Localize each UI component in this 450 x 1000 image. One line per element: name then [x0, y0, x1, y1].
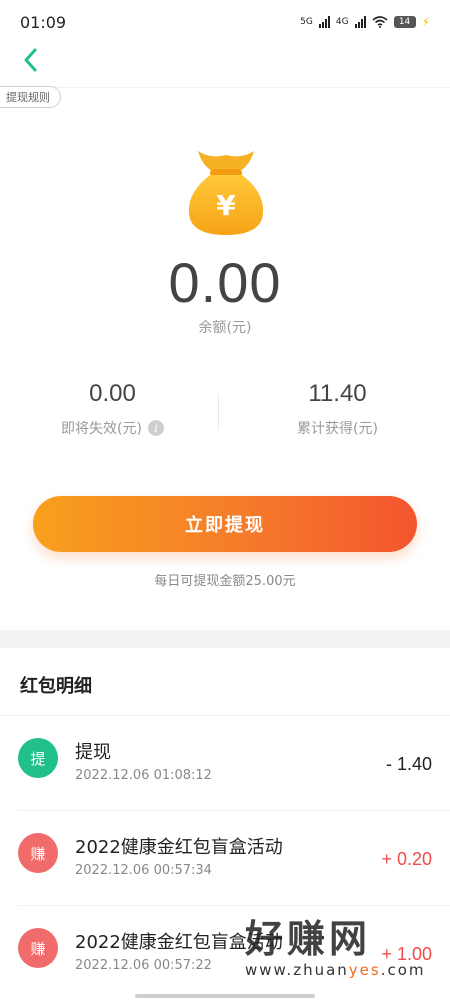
status-icons: 5G 4G 14 ⚡	[300, 15, 430, 29]
balance-label: 余额(元)	[198, 320, 252, 336]
total-earned-value: 11.40	[308, 380, 367, 407]
status-bar: 01:09 5G 4G 14 ⚡	[0, 0, 450, 44]
record-time: 2022.12.06 00:57:22	[75, 958, 212, 973]
home-indicator[interactable]	[135, 994, 315, 998]
earn-badge-icon: 赚	[18, 833, 58, 873]
network-5g-label: 5G	[300, 17, 313, 27]
details-title: 红包明细	[20, 676, 92, 697]
record-time: 2022.12.06 01:08:12	[75, 768, 212, 783]
record-item[interactable]: 提 提现 2022.12.06 01:08:12 - 1.40	[0, 716, 450, 811]
signal-icon	[318, 16, 330, 28]
network-4g-label: 4G	[335, 17, 349, 27]
watermark-brand: 好赚网	[245, 917, 372, 961]
header-divider	[0, 87, 450, 88]
status-time: 01:09	[20, 12, 67, 32]
stats-divider	[218, 394, 219, 430]
stats-row: 0.00 即将失效(元) i 11.40 累计获得(元)	[0, 380, 450, 450]
watermark-url: www.zhuanyes.com	[245, 961, 426, 979]
wifi-icon	[372, 16, 388, 28]
balance-amount: 0.00	[168, 251, 282, 314]
expiring-stat: 0.00 即将失效(元) i	[0, 380, 225, 438]
watermark-logo: 好赚网 www.zhuanyes.com	[245, 908, 445, 990]
chevron-left-icon	[24, 48, 37, 72]
record-title: 2022健康金红包盲盒活动	[75, 837, 283, 858]
withdraw-rules-link[interactable]: 提现规则	[0, 86, 61, 108]
total-earned-label: 累计获得(元)	[297, 421, 378, 437]
charging-icon: ⚡	[421, 15, 430, 29]
withdraw-badge-icon: 提	[18, 738, 58, 778]
back-button[interactable]	[14, 44, 46, 76]
record-item[interactable]: 赚 2022健康金红包盲盒活动 2022.12.06 00:57:34 + 0.…	[0, 811, 450, 906]
record-amount: + 0.20	[381, 849, 432, 869]
total-earned-label-row: 累计获得(元)	[225, 418, 450, 438]
total-earned-stat: 11.40 累计获得(元)	[225, 380, 450, 438]
info-icon[interactable]: i	[147, 420, 164, 436]
withdraw-now-button[interactable]: 立即提现	[33, 496, 417, 552]
expiring-label-row: 即将失效(元) i	[0, 418, 225, 438]
record-amount: - 1.40	[385, 754, 432, 774]
money-bag-icon: ¥	[188, 151, 264, 235]
expiring-label: 即将失效(元)	[61, 421, 142, 437]
svg-text:¥: ¥	[216, 189, 236, 222]
signal-icon-2	[354, 16, 366, 28]
record-time: 2022.12.06 00:57:34	[75, 863, 212, 878]
battery-icon: 14	[393, 16, 416, 28]
section-gap	[0, 630, 450, 648]
earn-badge-icon: 赚	[18, 928, 58, 968]
daily-limit-text: 每日可提现金额25.00元	[154, 574, 296, 589]
expiring-value: 0.00	[89, 380, 136, 407]
record-title: 提现	[75, 742, 111, 763]
